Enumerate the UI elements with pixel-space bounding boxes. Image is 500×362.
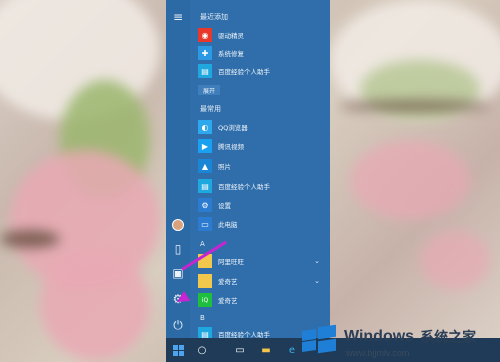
list-item-this-pc[interactable]: ▭ 此电脑: [198, 213, 326, 235]
chevron-down-icon: ⌄: [314, 277, 320, 285]
hamburger-icon[interactable]: ≡: [166, 6, 190, 28]
expand-button[interactable]: 展开: [198, 85, 220, 95]
watermark-cn: 系统之家: [420, 330, 477, 346]
settings-icon: ⚙: [198, 198, 212, 212]
baidu-assistant-icon: ▤: [198, 327, 212, 338]
driver-genius-icon: ◉: [198, 28, 212, 42]
qq-browser-icon: ◐: [198, 120, 212, 134]
start-menu-list: 最近添加 ◉ 驱动精灵 ✚ 系统修复 ▤ 百度经验个人助手 展开 最常用 ◐ Q…: [190, 0, 330, 338]
power-icon[interactable]: ⏻: [166, 314, 190, 336]
watermark-url: www.bjjmlv.com: [346, 348, 410, 358]
letter-b-header[interactable]: B: [200, 314, 205, 322]
tencent-video-icon: ▶: [198, 139, 212, 153]
document-icon[interactable]: ▯: [166, 238, 190, 260]
list-item-baidu-assistant[interactable]: ▤ 百度经验个人助手: [198, 60, 326, 82]
section-frequent-header: 最常用: [200, 105, 221, 113]
edge-icon[interactable]: e: [284, 342, 300, 358]
start-menu-rail: ≡ ▯ ▣ ⚙ ⏻: [166, 0, 190, 338]
chevron-down-icon: ⌄: [314, 257, 320, 265]
list-item-aliwangwang[interactable]: 阿里旺旺 ⌄: [198, 250, 326, 272]
file-explorer-icon[interactable]: ▬: [258, 342, 274, 358]
this-pc-icon: ▭: [198, 217, 212, 231]
cortana-icon[interactable]: ○: [194, 342, 210, 358]
list-item-iqiyi[interactable]: iQ 爱奇艺: [198, 289, 326, 311]
avatar[interactable]: [166, 214, 190, 236]
task-view-icon[interactable]: ▭: [232, 342, 248, 358]
baidu-assistant-icon: ▤: [198, 64, 212, 78]
start-icon[interactable]: [170, 342, 186, 358]
watermark-brand: Windows: [344, 328, 415, 345]
section-recent-header: 最近添加: [200, 13, 228, 21]
list-item-photos[interactable]: ▲ 照片: [198, 155, 326, 177]
baidu-assistant-icon: ▤: [198, 179, 212, 193]
letter-a-header[interactable]: A: [200, 240, 205, 248]
folder-icon: [198, 274, 212, 288]
system-repair-icon: ✚: [198, 46, 212, 60]
list-item-tencent-video[interactable]: ▶ 腾讯视频: [198, 135, 326, 157]
watermark: Windows 系统之家 www.bjjmlv.com: [300, 312, 500, 362]
iqiyi-icon: iQ: [198, 293, 212, 307]
windows-logo-icon: [300, 322, 338, 354]
photos-icon: ▲: [198, 159, 212, 173]
